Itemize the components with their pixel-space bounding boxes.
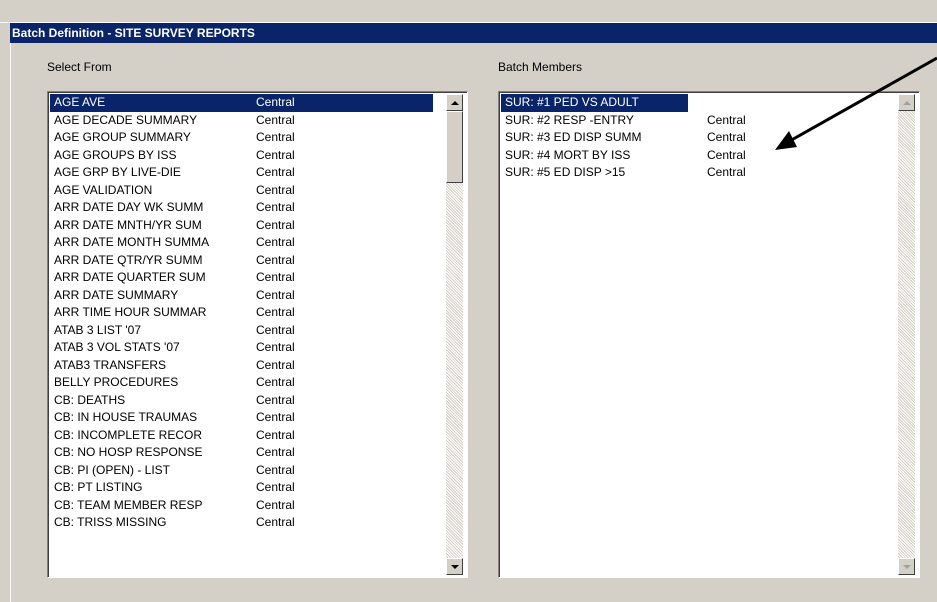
pointer-arrow-icon [775,56,937,150]
batch-definition-window: Batch Definition - SITE SURVEY REPORTS S… [0,0,937,602]
